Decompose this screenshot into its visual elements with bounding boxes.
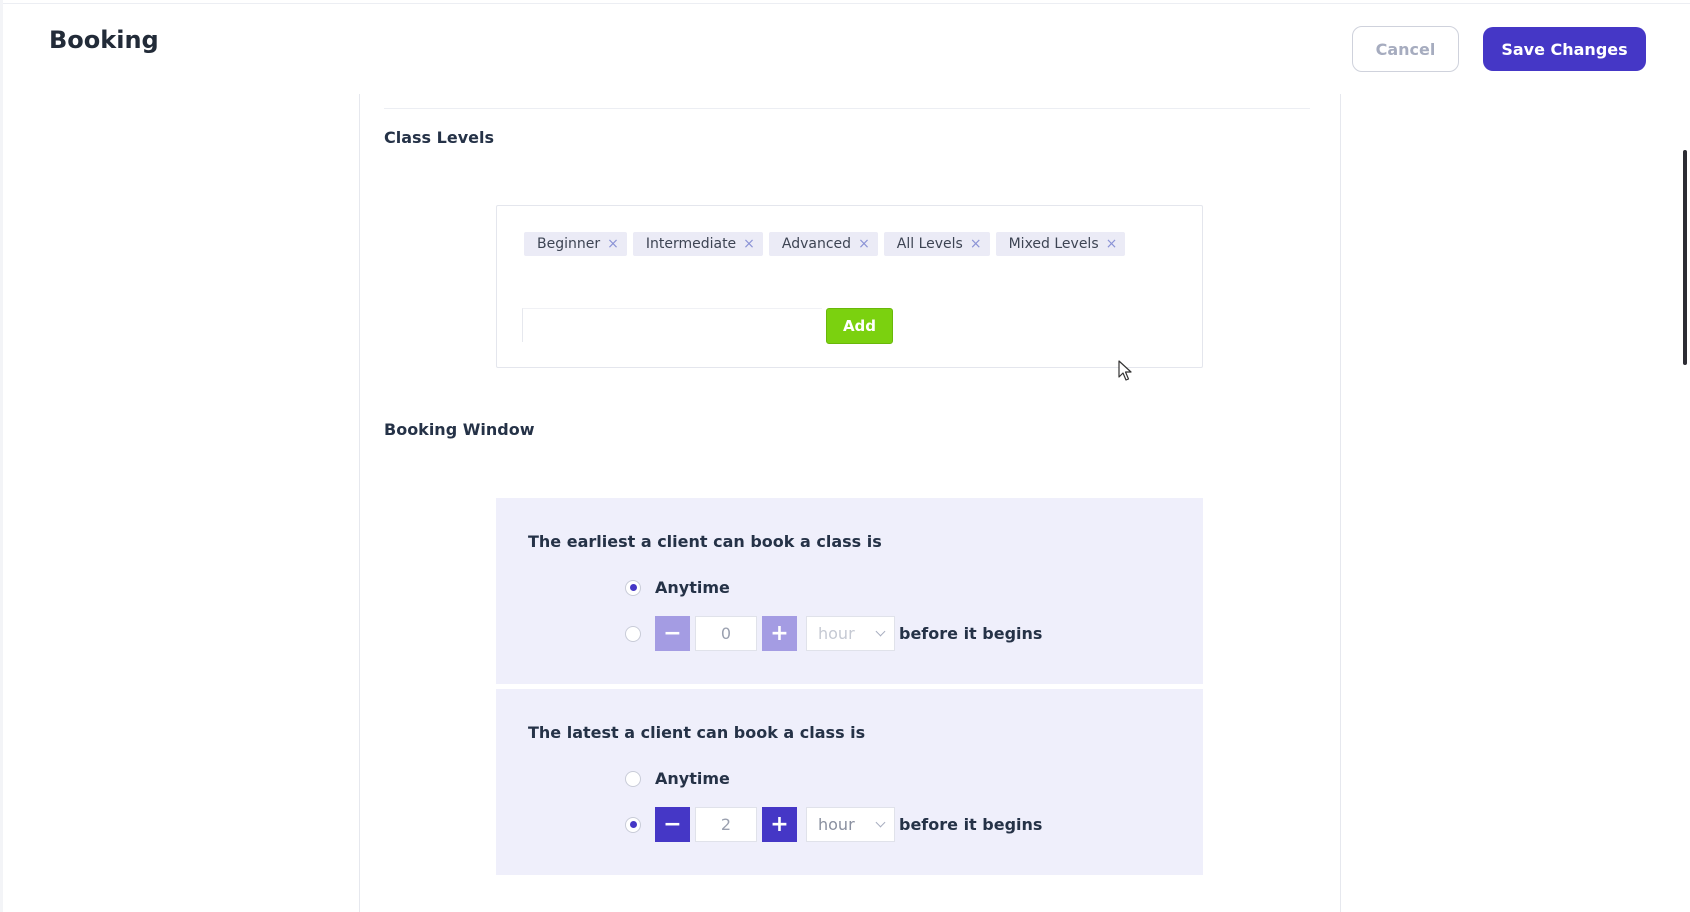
- latest-anytime-radio[interactable]: [625, 770, 641, 787]
- earliest-suffix: before it begins: [899, 624, 1043, 643]
- class-levels-heading: Class Levels: [384, 128, 494, 147]
- latest-offset-radio[interactable]: [625, 816, 641, 833]
- latest-unit-select[interactable]: hour: [806, 807, 895, 842]
- level-chip-list: Beginner × Intermediate × Advanced × All…: [524, 232, 1126, 256]
- latest-offset-option[interactable]: − + hour before it begins: [625, 807, 1042, 842]
- earliest-unit-select[interactable]: hour: [806, 616, 895, 651]
- remove-chip-icon[interactable]: ×: [1106, 237, 1118, 251]
- page-title: Booking: [49, 26, 159, 54]
- earliest-anytime-radio[interactable]: [625, 579, 641, 596]
- level-chip-label: Intermediate: [645, 236, 737, 252]
- earliest-increment-button[interactable]: +: [762, 616, 797, 651]
- latest-anytime-label: Anytime: [655, 769, 730, 788]
- level-chip: All Levels ×: [883, 232, 990, 256]
- latest-amount-input[interactable]: [695, 807, 757, 842]
- remove-chip-icon[interactable]: ×: [858, 237, 870, 251]
- section-divider: [384, 108, 1310, 109]
- remove-chip-icon[interactable]: ×: [743, 237, 755, 251]
- top-rule: [0, 3, 1690, 4]
- chevron-down-icon: [875, 817, 886, 828]
- level-chip-label: All Levels: [896, 236, 963, 252]
- latest-amount-stepper: − +: [655, 807, 797, 842]
- earliest-anytime-option[interactable]: Anytime: [625, 578, 730, 597]
- level-chip: Advanced ×: [768, 232, 878, 256]
- latest-question: The latest a client can book a class is: [528, 723, 866, 742]
- level-chip-label: Beginner: [537, 236, 601, 252]
- level-chip: Beginner ×: [524, 232, 627, 256]
- new-level-input[interactable]: [522, 308, 822, 342]
- chevron-down-icon: [875, 626, 886, 637]
- earliest-booking-card: The earliest a client can book a class i…: [496, 498, 1203, 684]
- earliest-amount-stepper: − +: [655, 616, 797, 651]
- cancel-button[interactable]: Cancel: [1352, 26, 1459, 72]
- level-chip: Intermediate ×: [632, 232, 763, 256]
- latest-increment-button[interactable]: +: [762, 807, 797, 842]
- booking-window-heading: Booking Window: [384, 420, 535, 439]
- latest-unit-value: hour: [818, 815, 855, 834]
- page-scrollbar[interactable]: [1683, 150, 1687, 365]
- mouse-cursor-icon: [1118, 360, 1132, 381]
- latest-booking-card: The latest a client can book a class is …: [496, 689, 1203, 875]
- level-chip-label: Mixed Levels: [1008, 236, 1099, 252]
- class-levels-box: Beginner × Intermediate × Advanced × All…: [496, 205, 1203, 368]
- earliest-offset-option[interactable]: − + hour before it begins: [625, 616, 1042, 651]
- latest-decrement-button[interactable]: −: [655, 807, 690, 842]
- level-chip: Mixed Levels ×: [995, 232, 1126, 256]
- left-rule: [0, 0, 3, 912]
- add-level-button[interactable]: Add: [826, 308, 893, 344]
- earliest-amount-input[interactable]: [695, 616, 757, 651]
- remove-chip-icon[interactable]: ×: [970, 237, 982, 251]
- latest-anytime-option[interactable]: Anytime: [625, 769, 730, 788]
- earliest-anytime-label: Anytime: [655, 578, 730, 597]
- earliest-unit-value: hour: [818, 624, 855, 643]
- save-changes-button[interactable]: Save Changes: [1483, 27, 1646, 71]
- level-chip-label: Advanced: [781, 236, 852, 252]
- remove-chip-icon[interactable]: ×: [607, 237, 619, 251]
- earliest-question: The earliest a client can book a class i…: [528, 532, 882, 551]
- earliest-offset-radio[interactable]: [625, 625, 641, 642]
- earliest-decrement-button[interactable]: −: [655, 616, 690, 651]
- latest-suffix: before it begins: [899, 815, 1043, 834]
